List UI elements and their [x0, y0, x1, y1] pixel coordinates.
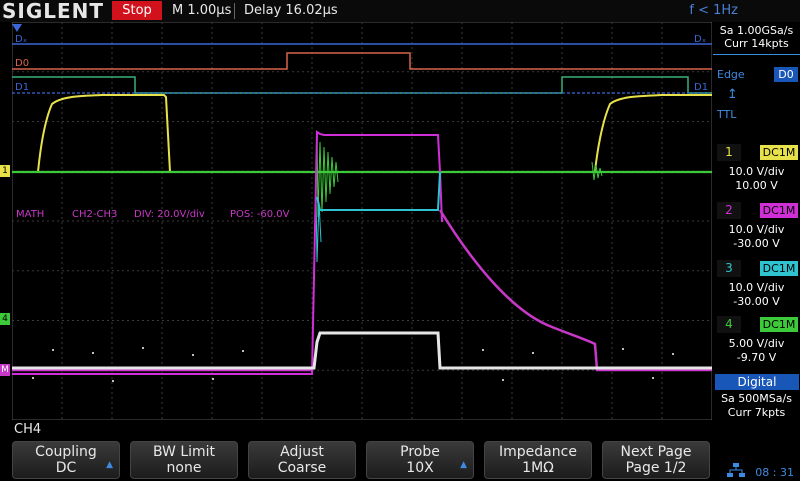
adjust-button[interactable]: Adjust Coarse	[248, 441, 356, 479]
sample-rate: Sa 1.00GSa/s	[719, 24, 794, 37]
digital-sample-rate: Sa 500MSa/s	[721, 392, 792, 405]
probe-value: 10X	[406, 460, 434, 476]
ch2-vdiv: 10.0 V/div	[728, 223, 785, 236]
coupling-label: Coupling	[35, 444, 97, 460]
timebase-readout[interactable]: M 1.00µs	[172, 0, 231, 22]
ch2-offset: -30.00 V	[733, 237, 780, 250]
ch4-offset: -9.70 V	[736, 351, 777, 364]
delay-readout[interactable]: Delay 16.02µs	[244, 0, 338, 22]
up-arrow-icon: ▲	[460, 460, 467, 470]
coupling-button[interactable]: Coupling DC ▲	[12, 441, 120, 479]
d1-label-right: D1	[694, 82, 708, 93]
probe-label: Probe	[400, 444, 440, 460]
ch4-vdiv: 5.00 V/div	[728, 337, 785, 350]
impedance-value: 1MΩ	[522, 460, 554, 476]
rising-edge-icon: ↥	[727, 87, 738, 102]
ch3-offset: -30.00 V	[733, 295, 780, 308]
ch1-number: 1	[717, 144, 741, 161]
trigger-level-type: TTL	[717, 108, 737, 121]
ch1-coupling-tag: DC1M	[760, 145, 798, 160]
separator	[234, 3, 235, 19]
ch1-vdiv: 10.0 V/div	[728, 165, 785, 178]
dx-label: Dₓ	[15, 34, 27, 45]
memory-depth: Curr 14kpts	[724, 37, 789, 50]
d1-label: D1	[15, 82, 29, 93]
bw-limit-label: BW Limit	[152, 444, 216, 460]
dx-label-right: Dₓ	[694, 34, 706, 45]
ch2-info[interactable]: 2 DC1M 10.0 V/div -30.00 V	[713, 202, 800, 252]
frequency-counter: f < 1Hz	[689, 3, 738, 18]
ch3-coupling-tag: DC1M	[760, 261, 798, 276]
ch4-number: 4	[717, 316, 741, 333]
ch1-info[interactable]: 1 DC1M 10.0 V/div 10.00 V	[713, 144, 800, 194]
math-pos: POS: -60.0V	[230, 209, 290, 220]
impedance-label: Impedance	[499, 444, 577, 460]
next-page-value: Page 1/2	[625, 460, 687, 476]
ch4-coupling-tag: DC1M	[760, 317, 798, 332]
acquisition-box[interactable]: Sa 1.00GSa/s Curr 14kpts	[713, 22, 800, 55]
math-name: MATH	[16, 209, 44, 220]
adjust-label: Adjust	[280, 444, 324, 460]
digital-memory-depth: Curr 7kpts	[727, 406, 786, 419]
trigger-mode: Edge	[717, 68, 745, 81]
ch1-offset: 10.00 V	[735, 179, 778, 192]
probe-button[interactable]: Probe 10X ▲	[366, 441, 474, 479]
run-stop-indicator[interactable]: Stop	[112, 1, 162, 20]
ch3-vdiv: 10.0 V/div	[728, 281, 785, 294]
math-div: DIV: 20.0V/div	[134, 209, 205, 220]
ch3-number: 3	[717, 260, 741, 277]
ch2-number: 2	[717, 202, 741, 219]
ch1-marker[interactable]: 1	[0, 165, 10, 177]
coupling-value: DC	[55, 460, 77, 476]
trigger-box[interactable]: Edge D0 ↥ TTL	[713, 62, 800, 148]
clock-display: 08 : 31	[755, 466, 794, 479]
adjust-value: Coarse	[277, 460, 327, 476]
ch3-info[interactable]: 3 DC1M 10.0 V/div -30.00 V	[713, 260, 800, 310]
next-page-button[interactable]: Next Page Page 1/2	[602, 441, 710, 479]
ch2-coupling-tag: DC1M	[760, 203, 798, 218]
siglent-logo: SIGLENT	[2, 0, 105, 23]
bw-limit-button[interactable]: BW Limit none	[130, 441, 238, 479]
math-marker[interactable]: M	[0, 364, 10, 376]
side-panel: Sa 1.00GSa/s Curr 14kpts Edge D0 ↥ TTL 1…	[713, 22, 800, 420]
network-icon	[727, 462, 745, 477]
up-arrow-icon: ▲	[106, 460, 113, 470]
impedance-button[interactable]: Impedance 1MΩ	[484, 441, 592, 479]
next-page-label: Next Page	[620, 444, 692, 460]
math-expression: CH2-CH3	[72, 209, 117, 220]
bw-limit-value: none	[166, 460, 202, 476]
ch4-marker[interactable]: 4	[0, 313, 10, 325]
top-status-bar: SIGLENT Stop M 1.00µs Delay 16.02µs f < …	[0, 0, 800, 22]
waveform-display[interactable]: Dₓ Dₓ D0 D1 D1 MATH CH2-CH3 DIV: 20.0V/d…	[12, 22, 712, 420]
ch4-info[interactable]: 4 DC1M 5.00 V/div -9.70 V	[713, 316, 800, 368]
digital-info[interactable]: Digital Sa 500MSa/s Curr 7kpts	[713, 374, 800, 420]
trigger-position-marker[interactable]	[12, 24, 22, 32]
menu-title: CH4	[14, 422, 42, 437]
d0-label: D0	[15, 58, 29, 69]
digital-label: Digital	[715, 374, 799, 390]
trigger-source: D0	[774, 67, 798, 82]
softkey-bar: CH4 Coupling DC ▲ BW Limit none Adjust C…	[0, 422, 800, 480]
